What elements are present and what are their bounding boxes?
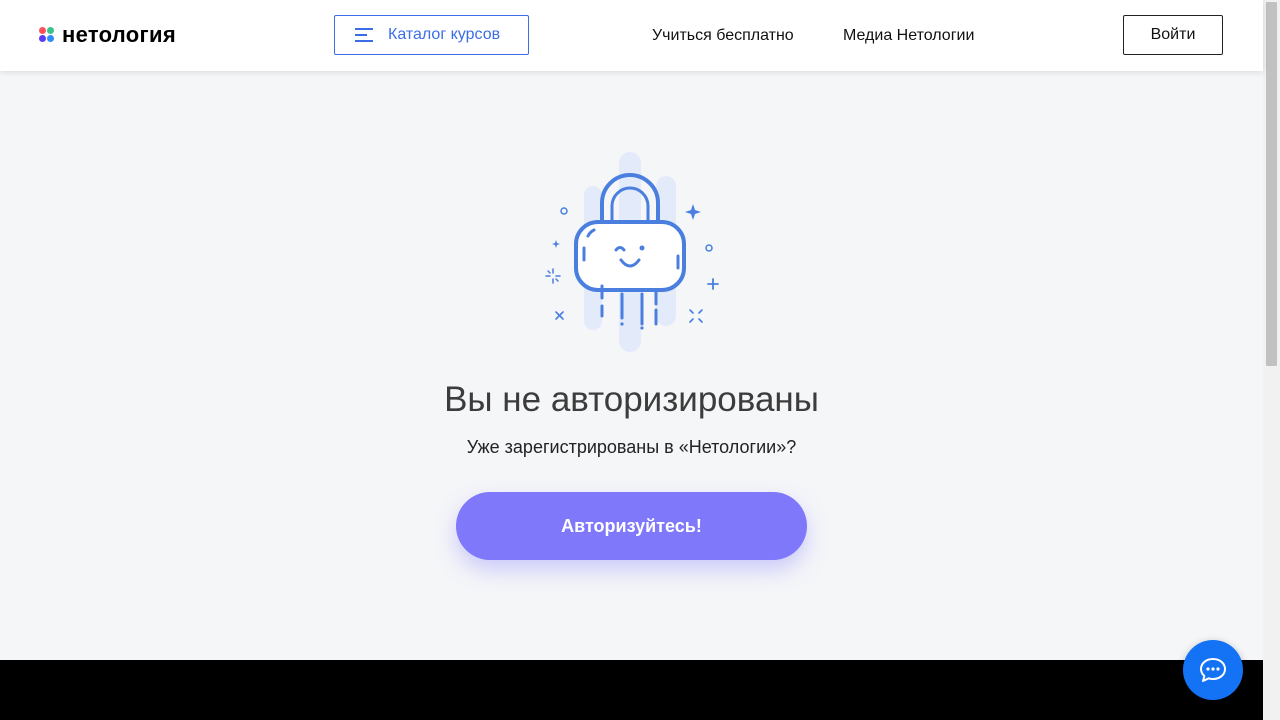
- scrollbar[interactable]: [1263, 0, 1280, 720]
- login-button[interactable]: Войти: [1123, 15, 1223, 55]
- catalog-button-label: Каталог курсов: [388, 26, 501, 43]
- footer: [0, 660, 1263, 720]
- authorize-button[interactable]: Авторизуйтесь!: [456, 492, 807, 560]
- page-subtitle: Уже зарегистрированы в «Нетологии»?: [466, 437, 797, 457]
- catalog-button[interactable]: Каталог курсов: [334, 15, 529, 55]
- page: нетология Каталог курсов Учиться бесплат…: [0, 0, 1263, 720]
- header: нетология Каталог курсов Учиться бесплат…: [0, 0, 1263, 71]
- logo-text: нетология: [62, 22, 176, 47]
- nav-link-learn-free[interactable]: Учиться бесплатно: [652, 27, 794, 45]
- chat-button[interactable]: [1183, 640, 1243, 700]
- page-title: Вы не авторизированы: [444, 380, 819, 419]
- nav-link-media[interactable]: Медиа Нетологии: [843, 27, 974, 45]
- netology-logo-dots-icon: [39, 27, 55, 43]
- chat-bubble-icon: [1200, 658, 1226, 682]
- lock-icon: [536, 148, 726, 358]
- logo[interactable]: нетология: [39, 22, 176, 48]
- menu-icon: [355, 28, 373, 42]
- scrollbar-thumb[interactable]: [1266, 2, 1277, 366]
